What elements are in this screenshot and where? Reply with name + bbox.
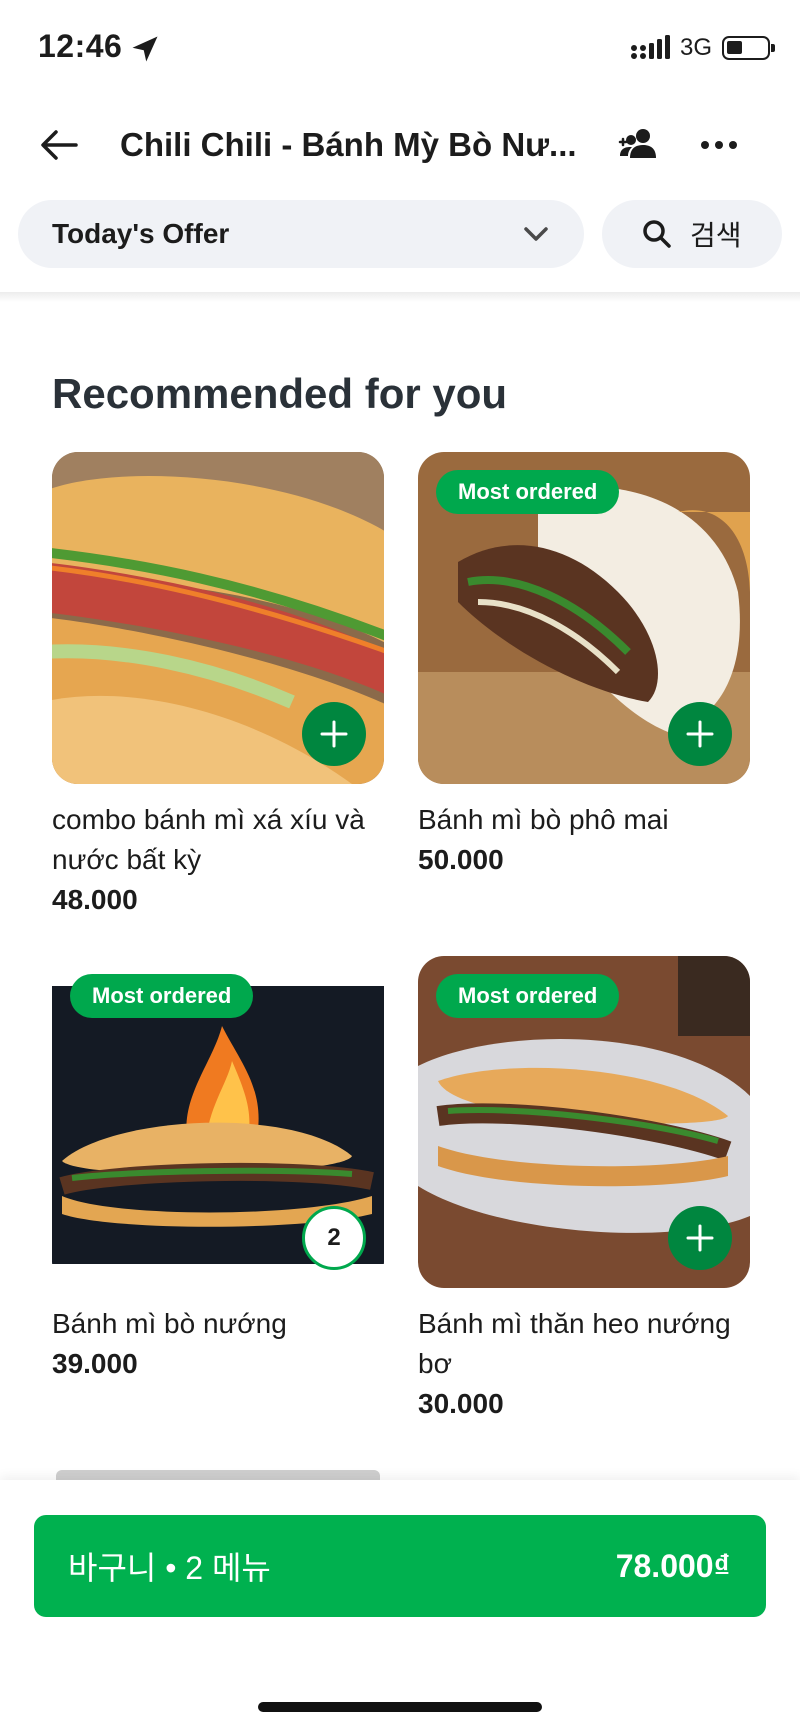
plus-icon [320, 720, 348, 748]
header-divider [0, 292, 800, 302]
next-item-image-peek [56, 1470, 380, 1480]
status-bar: 12:46 3G [0, 0, 800, 100]
add-to-cart-button[interactable] [668, 1206, 732, 1270]
search-icon [643, 220, 671, 248]
section-title: Recommended for you [52, 370, 508, 417]
menu-item-name: combo bánh mì xá xíu và nước bất kỳ [52, 804, 365, 875]
category-dropdown-label: Today's Offer [52, 218, 230, 249]
plus-icon [686, 720, 714, 748]
view-basket-button[interactable]: 바구니 • 2 메뉴 78.000₫ [34, 1515, 766, 1617]
page-title: Chili Chili - Bánh Mỳ Bò Nư... [120, 126, 577, 163]
header: Chili Chili - Bánh Mỳ Bò Nư... [0, 100, 800, 190]
menu-item-image[interactable] [52, 452, 384, 784]
network-type: 3G [679, 34, 712, 61]
status-time: 12:46 [38, 28, 123, 64]
add-to-cart-button[interactable] [668, 702, 732, 766]
menu-item-image[interactable]: Most ordered [418, 956, 750, 1288]
add-to-cart-button[interactable] [302, 702, 366, 766]
location-arrow-icon [132, 36, 158, 62]
search-label: 검색 [690, 220, 742, 251]
menu-item-image[interactable]: Most ordered [418, 452, 750, 784]
menu-item-image[interactable]: Most ordered 2 [52, 956, 384, 1288]
menu-item-price: 48.000 [52, 884, 138, 915]
battery-icon [722, 36, 775, 60]
basket-summary: 바구니 • 2 메뉴 [68, 1550, 271, 1586]
more-options-icon[interactable] [696, 122, 742, 168]
menu-item-name: Bánh mì bò phô mai [418, 804, 669, 835]
menu-item-card[interactable]: combo bánh mì xá xíu và nước bất kỳ 48.0… [52, 452, 384, 916]
menu-item-price: 50.000 [418, 844, 504, 875]
menu-item-card[interactable]: Most ordered Bánh mì thăn heo nướng bơ 3… [418, 956, 750, 1420]
home-indicator[interactable] [258, 1702, 542, 1712]
back-arrow-icon[interactable] [36, 122, 82, 168]
menu-item-name: Bánh mì thăn heo nướng bơ [418, 1308, 731, 1379]
search-button[interactable]: 검색 [602, 200, 782, 268]
menu-item-card[interactable]: Most ordered Bánh mì bò phô mai 50.000 [418, 452, 750, 876]
status-indicators: 3G [630, 34, 775, 62]
category-dropdown[interactable]: Today's Offer [18, 200, 584, 268]
filter-row: Today's Offer 검색 [0, 200, 800, 270]
menu-item-name: Bánh mì bò nướng [52, 1308, 287, 1339]
most-ordered-badge: Most ordered [70, 974, 254, 1018]
chevron-down-icon [524, 227, 548, 241]
plus-icon [686, 1224, 714, 1252]
most-ordered-badge: Most ordered [436, 470, 620, 514]
group-order-icon[interactable] [616, 122, 662, 168]
most-ordered-badge: Most ordered [436, 974, 620, 1018]
menu-item-price: 30.000 [418, 1388, 504, 1419]
cart-quantity-badge[interactable]: 2 [302, 1206, 366, 1270]
basket-total: 78.000₫ [615, 1547, 730, 1584]
menu-item-card[interactable]: Most ordered 2 Bánh mì bò nướng 39.000 [52, 956, 384, 1380]
signal-strength-icon [630, 35, 670, 59]
menu-item-price: 39.000 [52, 1348, 138, 1379]
